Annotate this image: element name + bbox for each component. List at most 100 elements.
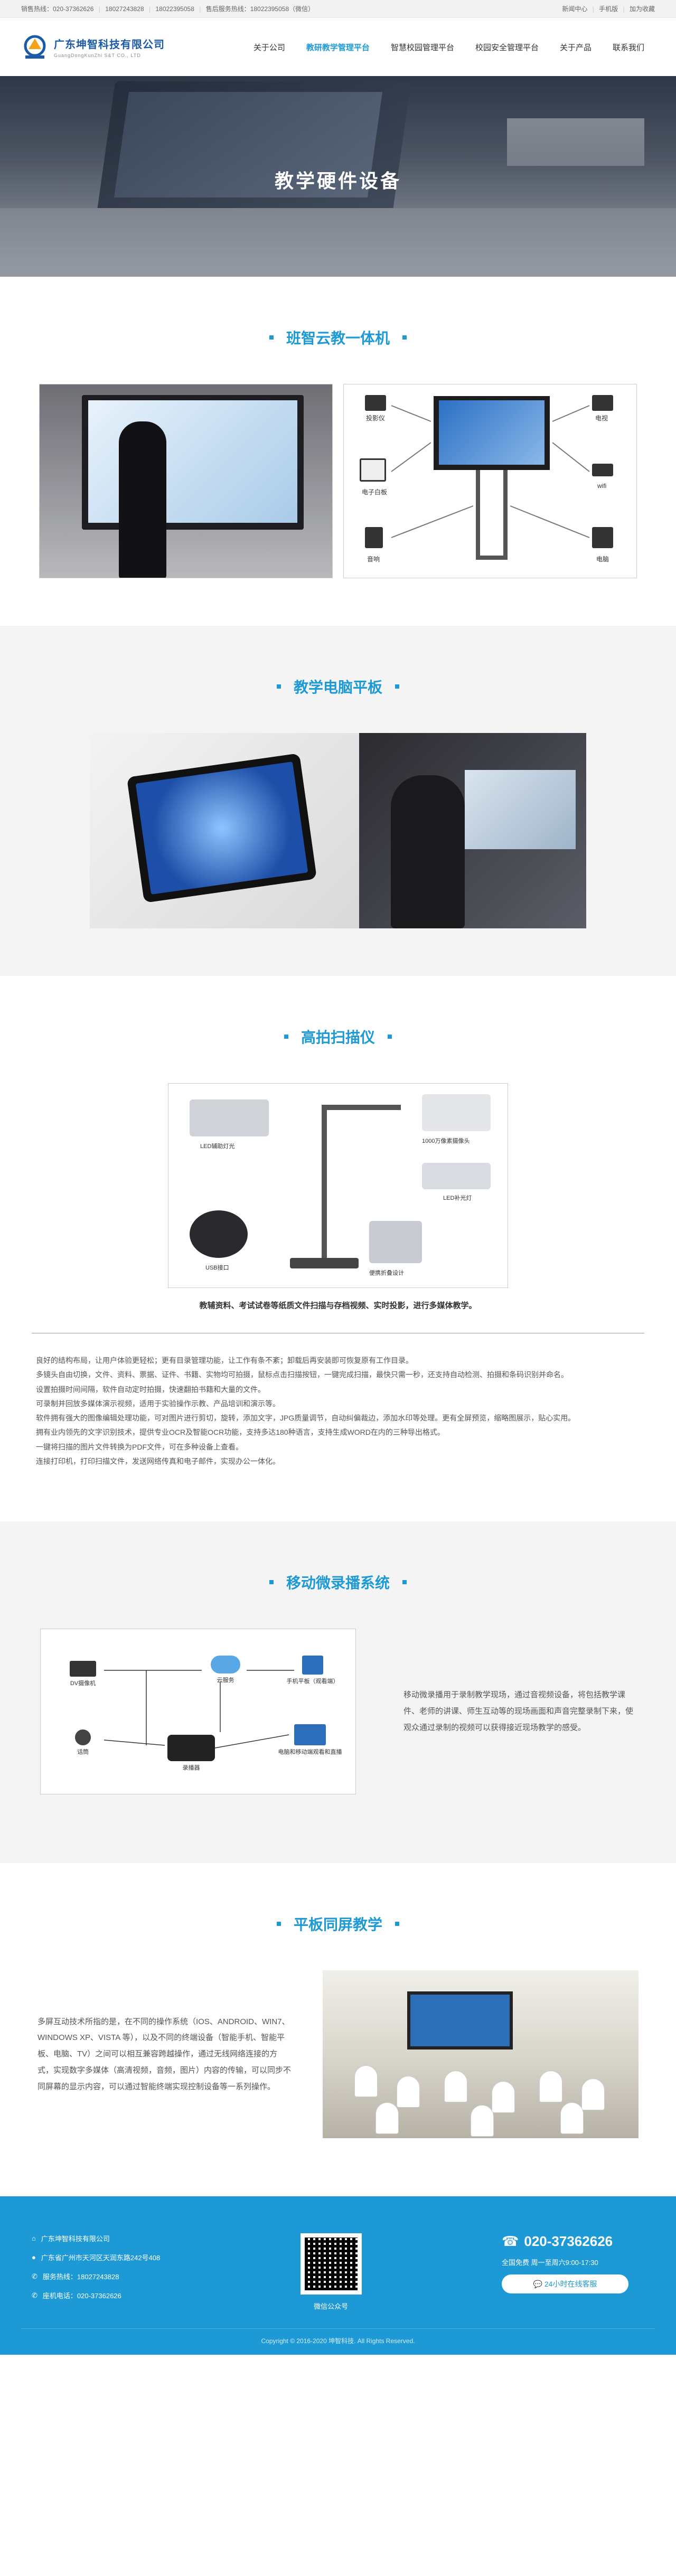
service-hotline: 售后服务热线：18022395058（微信） bbox=[205, 5, 315, 13]
service-hours: 全国免费 周一至周六9:00-17:30 bbox=[502, 2259, 598, 2267]
title-dot-icon bbox=[276, 1922, 281, 1926]
feature-label: 1000万像素摄像头 bbox=[422, 1138, 470, 1144]
foldable-detail bbox=[369, 1221, 422, 1263]
screen-sharing-description: 多屏互动技术所指的是，在不同的操作系统（IOS、ANDROID、WIN7、WIN… bbox=[37, 2017, 292, 2091]
feature-label: 便携折叠设计 bbox=[369, 1270, 404, 1276]
footer-qr: 微信公众号 bbox=[300, 2233, 362, 2311]
recording-row: DV摄像机 云服务 手机平板（观看端） 话筒 录播器 电脑和移动端观看和直播 移… bbox=[0, 1629, 676, 1795]
tablet-screen bbox=[135, 761, 308, 895]
nav-about-products[interactable]: 关于产品 bbox=[549, 18, 602, 76]
footer-tel: 座机电话：020-37362626 bbox=[42, 2292, 121, 2300]
section-title-text: 高拍扫描仪 bbox=[301, 1029, 375, 1046]
section-title: 高拍扫描仪 bbox=[0, 1026, 676, 1047]
title-dot-icon bbox=[402, 335, 407, 340]
scanner-caption: 教辅资料、考试试卷等纸质文件扫描与存档视频、实时投影，进行多媒体教学。 bbox=[199, 1301, 477, 1310]
scanner-pole bbox=[322, 1105, 327, 1263]
footer-contact: ☎ 020-37362626 全国免费 周一至周六9:00-17:30 💬 24… bbox=[502, 2233, 628, 2311]
smart-board-photo bbox=[39, 384, 333, 578]
student-figure bbox=[397, 2076, 420, 2108]
title-dot-icon bbox=[269, 1580, 274, 1585]
title-dot-icon bbox=[388, 1035, 392, 1039]
scanner-base bbox=[290, 1258, 359, 1268]
site-footer: ⌂ 广东坤智科技有限公司 ● 广东省广州市天河区天润东路242号408 ✆ 服务… bbox=[0, 2196, 676, 2355]
footer-info: ⌂ 广东坤智科技有限公司 ● 广东省广州市天河区天润东路242号408 ✆ 服务… bbox=[32, 2233, 160, 2311]
news-center-link[interactable]: 新闻中心 bbox=[562, 5, 587, 13]
device-connection-diagram: 投影仪 电视 电子白板 wifi 音响 电脑 bbox=[343, 384, 637, 578]
separator: | bbox=[623, 5, 625, 13]
student-figure bbox=[581, 2079, 605, 2111]
footer-tel-row: ✆ 座机电话：020-37362626 bbox=[32, 2290, 160, 2300]
footer-hotline-row: ✆ 服务热线：18027243828 bbox=[32, 2271, 160, 2281]
logo-icon bbox=[21, 33, 49, 61]
usb-port-detail bbox=[190, 1210, 248, 1258]
sales-hotline: 销售热线：020-37362626 bbox=[21, 5, 94, 13]
qr-code-image bbox=[300, 2233, 362, 2295]
description-paragraph: 设置拍摄时间间隔，软件自动定时拍摄，快速翻拍书籍和大量的文件。 bbox=[36, 1385, 265, 1394]
image-row: 投影仪 电视 电子白板 wifi 音响 电脑 bbox=[0, 384, 676, 578]
nav-teaching-platform[interactable]: 教研教学管理平台 bbox=[296, 18, 380, 76]
nav-campus-safety[interactable]: 校园安全管理平台 bbox=[465, 18, 549, 76]
recording-description: 移动微录播用于录制教学现场，通过音视频设备，将包括教学课件、老师的讲课、师生互动… bbox=[403, 1690, 634, 1732]
online-service-button[interactable]: 💬 24小时在线客服 bbox=[502, 2274, 628, 2294]
title-dot-icon bbox=[269, 335, 274, 340]
footer-content: ⌂ 广东坤智科技有限公司 ● 广东省广州市天河区天润东路242号408 ✆ 服务… bbox=[0, 2196, 676, 2311]
top-utility-bar: 销售热线：020-37362626 | 18027243828 | 180223… bbox=[0, 0, 676, 18]
student-figure bbox=[354, 2065, 378, 2098]
description-paragraph: 一键将扫描的图片文件转换为PDF文件，可在多种设备上查看。 bbox=[36, 1442, 243, 1451]
hotline-group: 销售热线：020-37362626 | 18027243828 | 180223… bbox=[21, 4, 314, 13]
site-header: 广东坤智科技有限公司 GuangDongKunZhi S&T CO., LTD … bbox=[0, 18, 676, 76]
section-title: 教学电脑平板 bbox=[0, 676, 676, 697]
student-figure bbox=[471, 2105, 494, 2137]
section-screen-sharing: 平板同屏教学 多屏互动技术所指的是，在不同的操作系统（IOS、ANDROID、W… bbox=[0, 1863, 676, 2196]
feature-label: LED辅助灯光 bbox=[200, 1143, 235, 1150]
nav-smart-campus[interactable]: 智慧校园管理平台 bbox=[380, 18, 465, 76]
section-title-text: 教学电脑平板 bbox=[293, 679, 382, 695]
hero-title: 教学硬件设备 bbox=[274, 170, 401, 192]
title-dot-icon bbox=[402, 1580, 407, 1585]
separator: | bbox=[149, 5, 151, 13]
student-figure bbox=[391, 775, 465, 928]
led-light-detail bbox=[190, 1099, 269, 1136]
student-figure bbox=[375, 2102, 399, 2135]
phone-icon: ✆ bbox=[32, 2272, 37, 2280]
company-name: 广东坤智科技有限公司 bbox=[54, 39, 165, 51]
section-title-text: 平板同屏教学 bbox=[293, 1916, 382, 1933]
qr-caption: 微信公众号 bbox=[314, 2302, 349, 2311]
separator: | bbox=[199, 5, 201, 13]
classroom-photo bbox=[323, 1970, 639, 2139]
company-name-en: GuangDongKunZhi S&T CO., LTD bbox=[54, 53, 141, 58]
footer-hotline: 服务热线：18027243828 bbox=[42, 2273, 119, 2281]
description-paragraph: 可录制并回放多媒体演示视频，适用于实验操作示教、产品培训和演示等。 bbox=[36, 1399, 280, 1408]
phone-2: 18022395058 bbox=[155, 5, 194, 13]
section-tablet: 教学电脑平板 bbox=[0, 626, 676, 976]
add-favorite-link[interactable]: 加为收藏 bbox=[630, 5, 655, 13]
presenter-figure bbox=[119, 421, 166, 578]
logo-text: 广东坤智科技有限公司 GuangDongKunZhi S&T CO., LTD bbox=[54, 36, 165, 58]
title-dot-icon bbox=[276, 684, 281, 689]
student-figure bbox=[560, 2102, 584, 2135]
company-logo[interactable]: 广东坤智科技有限公司 GuangDongKunZhi S&T CO., LTD bbox=[21, 33, 165, 61]
description-paragraph: 拥有业内领先的文字识别技术，提供专业OCR及智能OCR功能，支持多达180种语言… bbox=[36, 1428, 445, 1437]
top-links: 新闻中心 | 手机版 | 加为收藏 bbox=[552, 4, 655, 13]
screen-sharing-row: 多屏互动技术所指的是，在不同的操作系统（IOS、ANDROID、WIN7、WIN… bbox=[0, 1970, 676, 2139]
description-paragraph: 连接打印机，打印扫描文件，发送网络传真和电子邮件，实现办公一体化。 bbox=[36, 1457, 280, 1466]
tablet-photo bbox=[90, 733, 359, 928]
scanner-product-image: LED辅助灯光 1000万像素摄像头 LED补光灯 USB接口 便携折叠设计 bbox=[168, 1083, 508, 1288]
classroom-screen bbox=[407, 1991, 513, 2050]
mobile-version-link[interactable]: 手机版 bbox=[599, 5, 618, 13]
copyright: Copyright © 2016-2020 坤智科技. All Rights R… bbox=[21, 2328, 655, 2345]
monitor-screen bbox=[465, 770, 576, 849]
connection-arrows bbox=[391, 405, 590, 538]
student-figure bbox=[492, 2081, 515, 2113]
student-figure bbox=[444, 2071, 467, 2103]
student-computer-photo bbox=[359, 733, 586, 928]
nav-contact-us[interactable]: 联系我们 bbox=[602, 18, 655, 76]
title-dot-icon bbox=[395, 684, 399, 689]
location-icon: ● bbox=[32, 2253, 36, 2262]
telephone-icon: ☎ bbox=[502, 2233, 519, 2250]
online-service-label: 24小时在线客服 bbox=[544, 2280, 597, 2289]
nav-about-company[interactable]: 关于公司 bbox=[243, 18, 296, 76]
section-title-text: 移动微录播系统 bbox=[286, 1575, 390, 1592]
footer-company-row: ⌂ 广东坤智科技有限公司 bbox=[32, 2233, 160, 2243]
footer-phone-row: ☎ 020-37362626 bbox=[502, 2233, 628, 2250]
